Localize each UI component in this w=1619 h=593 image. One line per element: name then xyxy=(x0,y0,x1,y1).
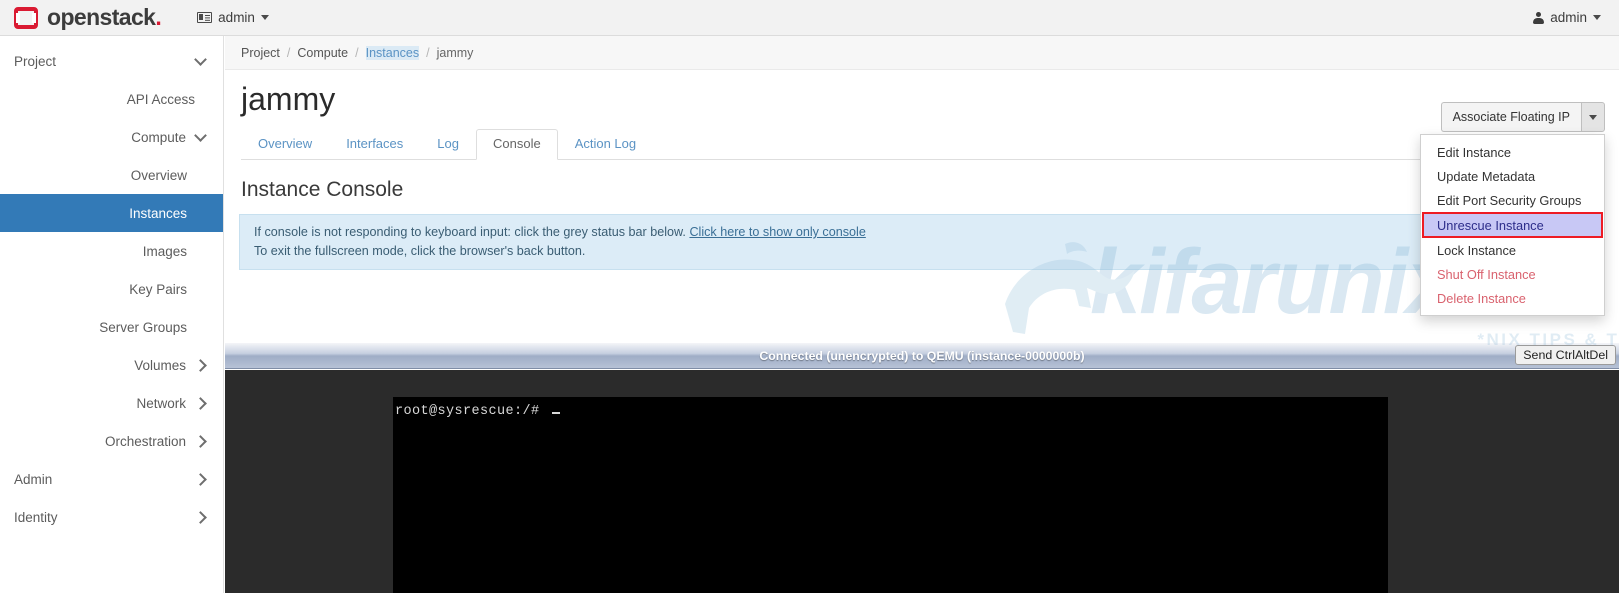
page-header: jammy xyxy=(225,70,1619,122)
brand-label: openstack. xyxy=(47,4,162,31)
user-menu[interactable]: admin xyxy=(1533,10,1619,25)
sidebar-item-label: Orchestration xyxy=(104,433,186,449)
brand-dot: . xyxy=(155,4,162,30)
sidebar-item-label: Compute xyxy=(131,129,186,145)
chevron-right-icon xyxy=(194,358,207,372)
sidebar-item-compute[interactable]: Compute xyxy=(0,118,223,156)
sidebar-item-label: Project xyxy=(14,53,57,69)
terminal-prompt-text: root@sysrescue:/# xyxy=(395,404,549,419)
sidebar-item-label: Key Pairs xyxy=(129,281,187,297)
alert-line-2: To exit the fullscreen mode, click the b… xyxy=(254,244,586,258)
instance-actions-toggle[interactable] xyxy=(1581,102,1605,132)
chevron-right-icon xyxy=(194,472,207,486)
instance-actions-group: Associate Floating IP xyxy=(1440,102,1605,132)
alert-line-1-text: If console is not responding to keyboard… xyxy=(254,225,690,239)
menu-item-delete-instance[interactable]: Delete Instance xyxy=(1421,286,1604,310)
chevron-down-icon xyxy=(260,15,269,20)
sidebar-item-server-groups[interactable]: Server Groups xyxy=(0,308,223,346)
brand-name: openstack xyxy=(47,4,156,30)
vnc-canvas-area[interactable]: root@sysrescue:/# xyxy=(225,370,1619,593)
sidebar-item-overview[interactable]: Overview xyxy=(0,156,223,194)
sidebar-item-label: Server Groups xyxy=(99,319,187,335)
terminal-cursor xyxy=(552,412,561,414)
grid-icon xyxy=(197,12,213,23)
top-navbar: openstack. admin admin xyxy=(0,0,1619,36)
tab-interfaces[interactable]: Interfaces xyxy=(329,129,420,160)
chevron-down-icon xyxy=(1593,15,1601,20)
openstack-mark-icon xyxy=(14,6,38,29)
sidebar-item-key-pairs[interactable]: Key Pairs xyxy=(0,270,223,308)
sidebar-item-label: Images xyxy=(142,243,187,259)
sidebar-item-label: Admin xyxy=(14,471,53,487)
sidebar-item-label: API Access xyxy=(126,91,195,107)
sidebar-item-label: Identity xyxy=(14,509,58,525)
sidebar-item-volumes[interactable]: Volumes xyxy=(0,346,223,384)
sidebar: Project API Access Compute Overview Instance… xyxy=(0,36,224,593)
tab-bar: Overview Interfaces Log Console Action Log xyxy=(241,128,1603,160)
user-icon xyxy=(1533,11,1545,24)
chevron-down-icon xyxy=(194,53,207,66)
chevron-right-icon xyxy=(194,434,207,448)
sidebar-item-api-access[interactable]: API Access xyxy=(0,80,223,118)
chevron-right-icon xyxy=(194,510,207,524)
openstack-logo[interactable]: openstack. xyxy=(0,4,162,31)
project-switcher-label: admin xyxy=(218,10,255,25)
send-ctrl-alt-del-button[interactable]: Send CtrlAltDel xyxy=(1515,345,1616,365)
associate-floating-ip-button[interactable]: Associate Floating IP xyxy=(1440,102,1581,132)
menu-item-edit-port-security-groups[interactable]: Edit Port Security Groups xyxy=(1421,188,1604,212)
tab-log[interactable]: Log xyxy=(420,129,476,160)
alert-line-1: If console is not responding to keyboard… xyxy=(254,223,1590,242)
breadcrumb: Project / Compute / Instances / jammy xyxy=(225,36,1619,70)
menu-item-unrescue-instance[interactable]: Unrescue Instance xyxy=(1422,212,1603,238)
project-switcher[interactable]: admin xyxy=(197,10,269,25)
sidebar-item-label: Instances xyxy=(129,205,187,221)
breadcrumb-item-compute[interactable]: Compute xyxy=(297,46,348,60)
sidebar-item-instances[interactable]: Instances xyxy=(0,194,223,232)
menu-item-lock-instance[interactable]: Lock Instance xyxy=(1421,238,1604,262)
sidebar-item-admin[interactable]: Admin xyxy=(0,460,223,498)
menu-item-shut-off-instance[interactable]: Shut Off Instance xyxy=(1421,262,1604,286)
menu-item-update-metadata[interactable]: Update Metadata xyxy=(1421,164,1604,188)
breadcrumb-item-project[interactable]: Project xyxy=(241,46,280,60)
breadcrumb-separator: / xyxy=(426,45,430,60)
sidebar-item-label: Network xyxy=(136,395,186,411)
user-menu-label: admin xyxy=(1550,10,1587,25)
sidebar-item-orchestration[interactable]: Orchestration xyxy=(0,422,223,460)
chevron-right-icon xyxy=(194,396,207,410)
breadcrumb-separator: / xyxy=(286,45,291,60)
page-title: jammy xyxy=(241,80,336,117)
breadcrumb-item-jammy: jammy xyxy=(436,45,474,60)
chevron-down-icon xyxy=(194,129,207,142)
breadcrumb-separator: / xyxy=(355,45,359,60)
instance-console: Connected (unencrypted) to QEMU (instanc… xyxy=(225,343,1619,593)
tab-overview[interactable]: Overview xyxy=(241,129,329,160)
vnc-status-bar[interactable]: Connected (unencrypted) to QEMU (instanc… xyxy=(225,343,1619,369)
vnc-status-text: Connected (unencrypted) to QEMU (instanc… xyxy=(759,348,1085,363)
sidebar-item-label: Volumes xyxy=(134,357,186,373)
console-help-alert: If console is not responding to keyboard… xyxy=(239,214,1605,270)
sidebar-item-images[interactable]: Images xyxy=(0,232,223,270)
tab-action-log[interactable]: Action Log xyxy=(558,129,653,160)
tab-console[interactable]: Console xyxy=(475,129,558,160)
main-content: Project / Compute / Instances / jammy jammy Ov… xyxy=(225,36,1619,593)
sidebar-item-label: Overview xyxy=(130,167,187,183)
instance-actions-menu: Edit Instance Update Metadata Edit Port Se… xyxy=(1420,134,1605,316)
menu-item-edit-instance[interactable]: Edit Instance xyxy=(1421,140,1604,164)
terminal-prompt-line: root@sysrescue:/# xyxy=(395,404,1388,419)
breadcrumb-item-instances[interactable]: Instances xyxy=(365,45,420,60)
show-only-console-link[interactable]: Click here to show only console xyxy=(689,225,865,239)
vnc-terminal-screen[interactable]: root@sysrescue:/# xyxy=(393,397,1388,593)
sidebar-item-project[interactable]: Project xyxy=(0,42,223,80)
section-title: Instance Console xyxy=(241,178,404,201)
caret-down-icon xyxy=(1589,114,1597,120)
sidebar-item-network[interactable]: Network xyxy=(0,384,223,422)
sidebar-item-identity[interactable]: Identity xyxy=(0,498,223,536)
